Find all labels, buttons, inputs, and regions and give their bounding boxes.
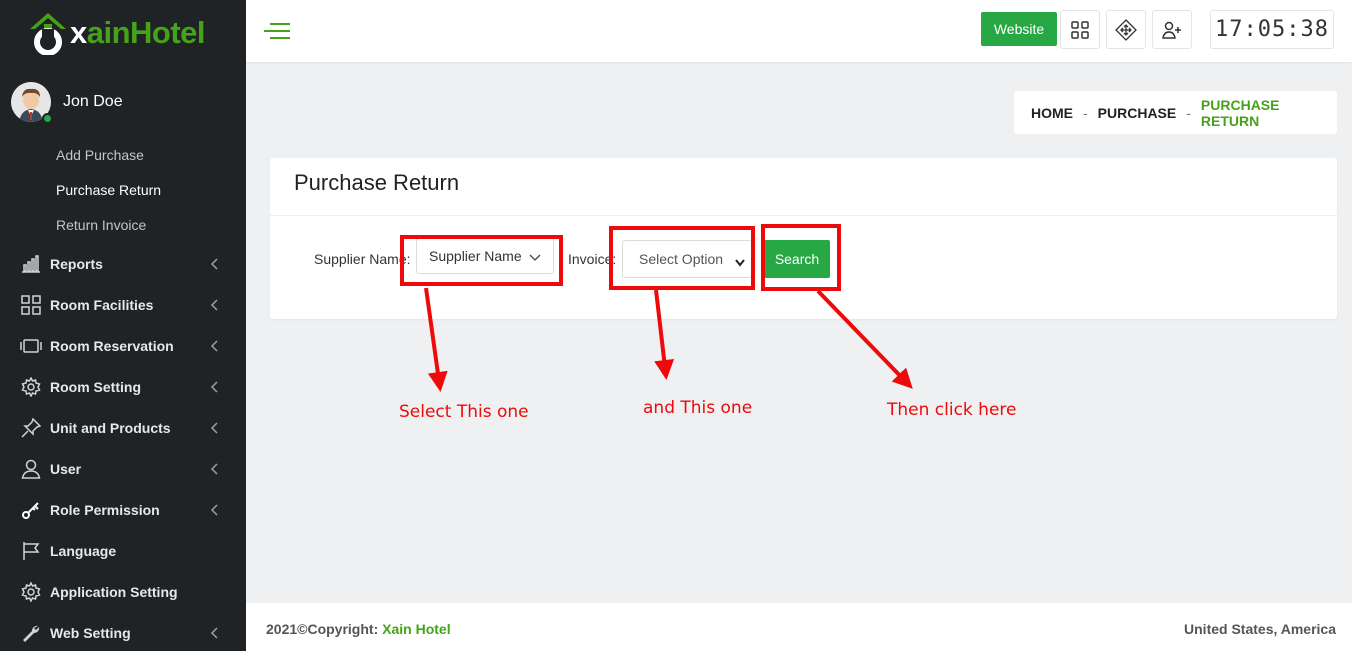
supplier-name-label: Supplier Name: [314, 251, 411, 267]
annotation-text-search: Then click here [887, 400, 1017, 420]
avatar [11, 82, 53, 124]
chevron-left-icon [210, 421, 218, 439]
annotation-text-invoice: and This one [643, 398, 753, 418]
sidebar: xainHotel Jon Doe Add Purchase Purchase … [0, 0, 246, 651]
annotation-box-search [761, 224, 841, 291]
sidebar-item-unit-and-products[interactable]: Unit and Products [20, 416, 226, 440]
sidebar-item-label: Web Setting [50, 625, 131, 641]
sidebar-item-room-reservation[interactable]: Room Reservation [20, 334, 226, 358]
sidebar-item-label: Reports [50, 256, 103, 272]
breadcrumb-current: PURCHASE RETURN [1200, 96, 1280, 129]
breadcrumb-home[interactable]: HOME [1031, 105, 1073, 121]
chevron-left-icon [210, 257, 218, 275]
annotation-box-supplier [400, 235, 563, 286]
user-name: Jon Doe [63, 93, 123, 110]
bar-chart-icon [20, 253, 42, 275]
sidebar-item-room-facilities[interactable]: Room Facilities [20, 293, 226, 317]
app-logo[interactable]: xainHotel [28, 8, 206, 58]
online-status-dot [42, 113, 53, 124]
user-profile[interactable]: Jon Doe [11, 82, 123, 124]
divider [270, 215, 1337, 216]
sidebar-item-label: Room Reservation [50, 338, 174, 354]
breadcrumb-separator: - [1083, 104, 1088, 121]
add-user-icon[interactable] [1152, 10, 1192, 49]
footer-copyright: 2021©Copyright: Xain Hotel [266, 621, 451, 637]
breadcrumb: HOME - PURCHASE - PURCHASE RETURN [1014, 91, 1337, 134]
breadcrumb-separator: - [1186, 104, 1191, 121]
sidebar-item-web-setting[interactable]: Web Setting [20, 621, 226, 645]
sidebar-item-language[interactable]: Language [20, 539, 226, 563]
sidebar-item-reports[interactable]: Reports [20, 252, 226, 276]
breadcrumb-purchase[interactable]: PURCHASE [1098, 105, 1177, 121]
chevron-left-icon [210, 339, 218, 357]
sidebar-item-room-setting[interactable]: Room Setting [20, 375, 226, 399]
chevron-left-icon [210, 380, 218, 398]
sidebar-item-label: Room Setting [50, 379, 141, 395]
apps-grid-icon[interactable] [1060, 10, 1100, 49]
sidebar-item-label: Role Permission [50, 502, 160, 518]
user-icon [20, 458, 42, 480]
key-icon [20, 499, 42, 521]
wrench-icon [20, 622, 42, 644]
sidebar-item-label: Language [50, 543, 117, 559]
house-logo-icon [28, 11, 68, 56]
page-title: Purchase Return [294, 170, 460, 195]
footer: 2021©Copyright: Xain Hotel United States… [246, 603, 1352, 651]
footer-brand-link[interactable]: Xain Hotel [382, 621, 450, 637]
app-logo-text: xainHotel [70, 15, 206, 50]
flag-icon [20, 540, 42, 562]
website-button[interactable]: Website [981, 12, 1057, 46]
film-icon [20, 335, 42, 357]
sidebar-item-application-setting[interactable]: Application Setting [20, 580, 226, 604]
clock-display: 17:05:38 [1210, 10, 1334, 49]
sidebar-item-label: Unit and Products [50, 420, 171, 436]
annotation-text-supplier: Select This one [399, 402, 529, 422]
annotation-box-invoice [609, 226, 755, 290]
gear-icon [20, 376, 42, 398]
sidebar-subitem-return-invoice[interactable]: Return Invoice [56, 217, 146, 233]
sidebar-item-role-permission[interactable]: Role Permission [20, 498, 226, 522]
menu-toggle-icon[interactable] [262, 21, 292, 41]
sidebar-subitem-add-purchase[interactable]: Add Purchase [56, 147, 144, 163]
sidebar-item-label: Application Setting [50, 584, 178, 600]
sidebar-item-label: Room Facilities [50, 297, 154, 313]
sidebar-subitem-purchase-return[interactable]: Purchase Return [56, 182, 161, 198]
chevron-left-icon [210, 626, 218, 644]
footer-location: United States, America [1184, 621, 1336, 637]
gear-icon [20, 581, 42, 603]
sidebar-item-label: User [50, 461, 82, 477]
fullscreen-icon[interactable] [1106, 10, 1146, 49]
chevron-left-icon [210, 298, 218, 316]
chevron-left-icon [210, 462, 218, 480]
topbar: Website 17:05:38 [246, 0, 1352, 62]
grid-icon [20, 294, 42, 316]
chevron-left-icon [210, 503, 218, 521]
sidebar-item-user[interactable]: User [20, 457, 226, 481]
pin-icon [20, 417, 42, 439]
